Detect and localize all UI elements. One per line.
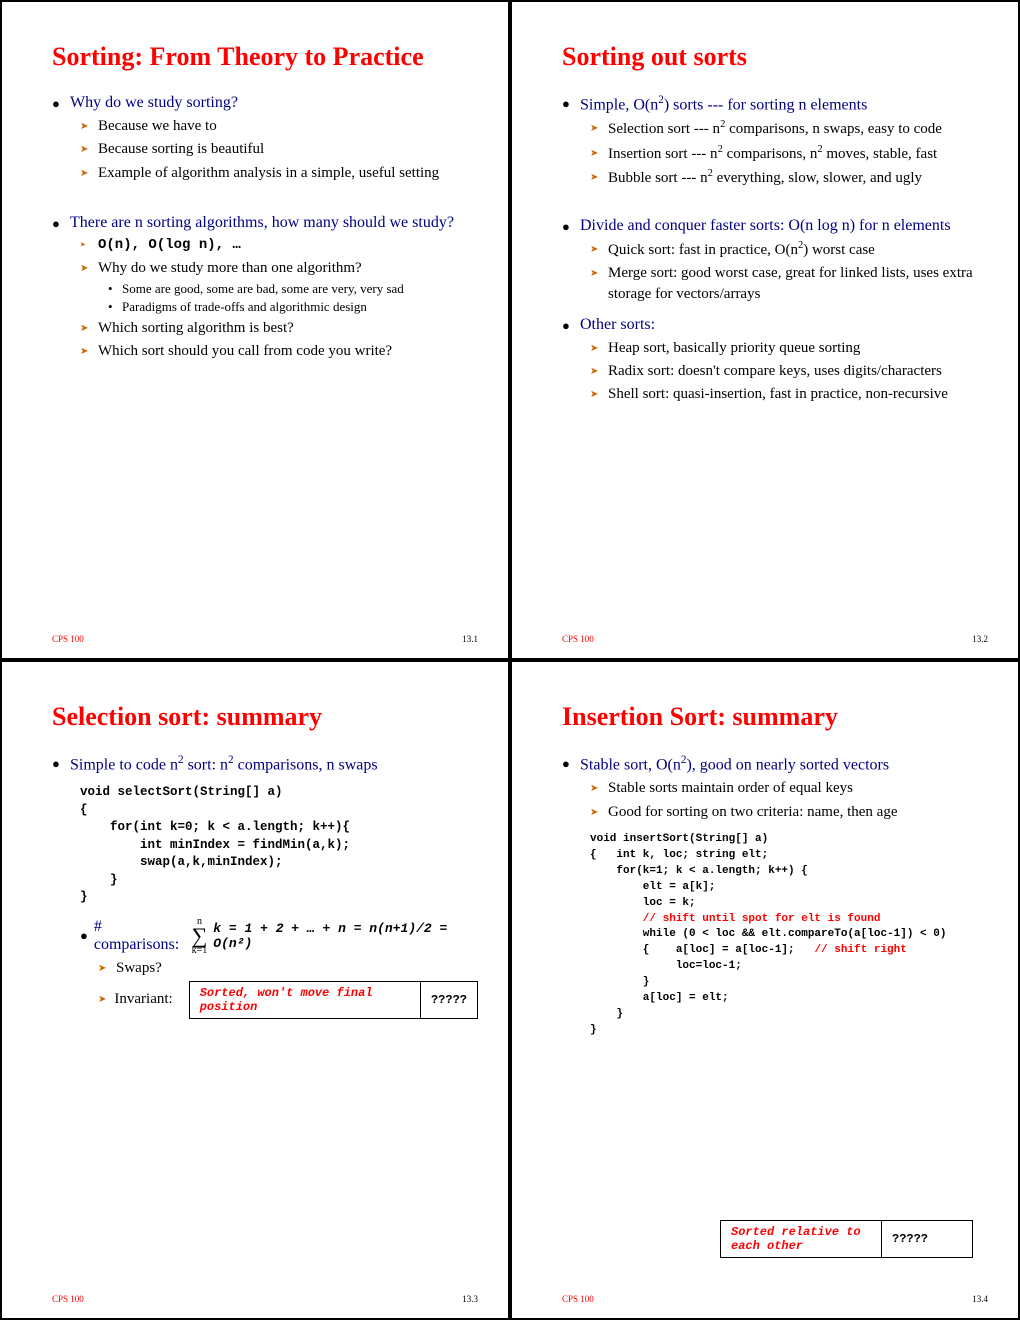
list-item: Insertion sort --- n2 comparisons, n2 mo… [590,143,988,164]
list-item: Merge sort: good worst case, great for l… [590,263,988,304]
list-item: Bubble sort --- n2 everything, slow, slo… [590,167,988,188]
course-label: CPS 100 [562,634,594,644]
invariant-label: Invariant: [114,991,172,1008]
list-item-complexity: O(n), O(log n), … [80,236,478,255]
bullet-simple-code: Simple to code n2 sort: n2 comparisons, … [52,754,478,774]
page-number: 13.1 [462,634,478,644]
slide-title: Selection sort: summary [52,702,478,732]
comparisons-label: # comparisons: [94,918,186,954]
list-subitem: Some are good, some are bad, some are ve… [108,281,478,297]
list-item: Which sort should you call from code you… [80,341,478,361]
invariant-sorted-cell: Sorted relative to each other [721,1221,882,1258]
bullet-stable-sort: Stable sort, O(n2), good on nearly sorte… [562,754,988,774]
course-label: CPS 100 [52,1294,84,1304]
bullet-n-algorithms: There are n sorting algorithms, how many… [52,214,478,232]
slide-title: Sorting: From Theory to Practice [52,42,478,72]
slide-footer: CPS 100 13.1 [52,634,478,644]
bullet-other-sorts: Other sorts: [562,316,988,334]
bullet-simple-sorts: Simple, O(n2) sorts --- for sorting n el… [562,94,988,114]
swaps-label: Swaps? [98,958,478,978]
invariant-sorted-cell: Sorted, won't move final position [189,981,420,1018]
code-selectsort: void selectSort(String[] a) { for(int k=… [80,784,478,907]
code-insertsort: void insertSort(String[] a) { int k, loc… [590,832,988,1039]
list-item: Quick sort: fast in practice, O(n2) wors… [590,239,988,260]
invariant-table: Sorted, won't move final position ????? [189,981,478,1019]
slide-1: Sorting: From Theory to Practice Why do … [0,0,510,660]
invariant-unknown-cell: ????? [882,1221,973,1258]
list-item: Stable sorts maintain order of equal key… [590,778,988,798]
bullet-why-study: Why do we study sorting? [52,94,478,112]
page-number: 13.3 [462,1294,478,1304]
course-label: CPS 100 [562,1294,594,1304]
invariant-unknown-cell: ????? [420,981,477,1018]
bullet-divide-conquer: Divide and conquer faster sorts: O(n log… [562,217,988,235]
slide-2: Sorting out sorts Simple, O(n2) sorts --… [510,0,1020,660]
list-item: Which sorting algorithm is best? [80,318,478,338]
list-subitem: Paradigms of trade-offs and algorithmic … [108,299,478,315]
course-label: CPS 100 [52,634,84,644]
list-item: Heap sort, basically priority queue sort… [590,338,988,358]
invariant-row: ➤ Invariant: Sorted, won't move final po… [98,981,478,1019]
sigma-icon: n ∑ k=1 [192,917,208,955]
slide-title: Sorting out sorts [562,42,988,72]
comparisons-row: ● # comparisons: n ∑ k=1 k = 1 + 2 + … +… [80,917,478,955]
list-item: Shell sort: quasi-insertion, fast in pra… [590,384,988,404]
list-item: Radix sort: doesn't compare keys, uses d… [590,361,988,381]
list-item: Because sorting is beautiful [80,139,478,159]
list-item: Selection sort --- n2 comparisons, n swa… [590,118,988,139]
list-item: Why do we study more than one algorithm? [80,258,478,278]
list-item: Because we have to [80,116,478,136]
slide-4: Insertion Sort: summary Stable sort, O(n… [510,660,1020,1320]
comparisons-expr: k = 1 + 2 + … + n = n(n+1)/2 = O(n²) [213,921,478,951]
slide-footer: CPS 100 13.3 [52,1294,478,1304]
slide-title: Insertion Sort: summary [562,702,988,732]
page-number: 13.4 [972,1294,988,1304]
page-number: 13.2 [972,634,988,644]
slide-3: Selection sort: summary Simple to code n… [0,660,510,1320]
slide-footer: CPS 100 13.4 [562,1294,988,1304]
slide-footer: CPS 100 13.2 [562,634,988,644]
list-item: Example of algorithm analysis in a simpl… [80,163,478,183]
list-item: Good for sorting on two criteria: name, … [590,802,988,822]
invariant-table: Sorted relative to each other ????? [720,1220,973,1258]
